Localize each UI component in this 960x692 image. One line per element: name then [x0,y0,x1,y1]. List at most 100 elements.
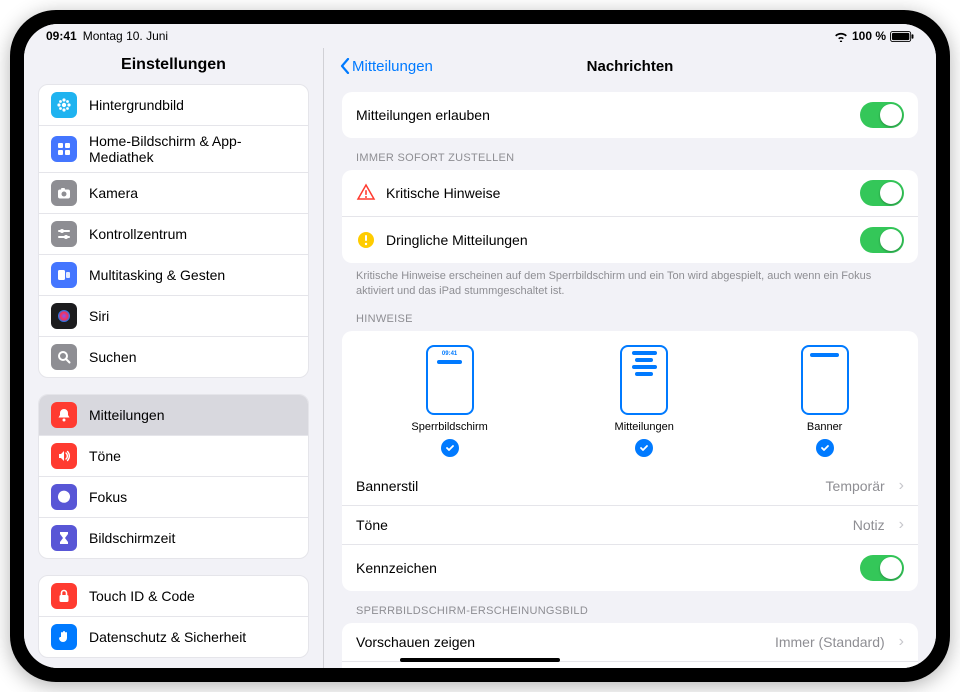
battery-icon [890,31,914,42]
sidebar-title: Einstellungen [24,48,323,84]
allow-toggle[interactable] [860,102,904,128]
lock-icon [51,583,77,609]
urgent-badge-icon [356,230,376,250]
grouping-row[interactable]: Mitteilungsgruppierung Automatisch › [342,662,918,668]
sidebar-item-control[interactable]: Kontrollzentrum [39,214,308,255]
sidebar-scroll[interactable]: Hintergrundbild Home-Bildschirm & App-Med… [24,84,323,668]
allow-notifications-row: Mitteilungen erlauben [342,92,918,138]
siri-icon [51,303,77,329]
alert-style-label: Sperrbildschirm [411,421,487,433]
alert-style-preview-icon: 09:41 [426,345,474,415]
alert-styles-row: 09:41 Sperrbildschirm Mitteilungen Banner [342,331,918,467]
sidebar-item-multitask[interactable]: Multitasking & Gesten [39,255,308,296]
detail-header: Mitteilungen Nachrichten [324,48,936,84]
alert-style-preview-icon [620,345,668,415]
grid-icon [51,136,77,162]
alert-style-preview-icon [801,345,849,415]
sidebar-item-touchid[interactable]: Touch ID & Code [39,576,308,617]
hourglass-icon [51,525,77,551]
immediate-group: Kritische Hinweise Dringliche Mitteilung… [342,170,918,263]
alert-style-banner[interactable]: Banner [801,345,849,457]
immediate-footer: Kritische Hinweise erscheinen auf dem Sp… [342,263,918,299]
settings-sidebar: Einstellungen Hintergrundbild Home-Bildsc… [24,48,324,668]
status-date: Montag 10. Juni [83,29,168,43]
sidebar-item-sounds[interactable]: Töne [39,436,308,477]
wifi-icon [834,31,848,42]
immediate-header: IMMER SOFORT ZUSTELLEN [342,138,918,170]
banner-style-value: Temporär [826,478,885,494]
home-indicator[interactable] [400,658,560,662]
alert-style-lock[interactable]: 09:41 Sperrbildschirm [411,345,487,457]
speaker-icon [51,443,77,469]
previews-value: Immer (Standard) [775,634,885,650]
sidebar-group: Mitteilungen Töne Fokus Bildschirmzeit [38,394,309,559]
rects-icon [51,262,77,288]
sidebar-item-label: Kamera [89,185,138,201]
sidebar-item-focus[interactable]: Fokus [39,477,308,518]
sidebar-item-screentime[interactable]: Bildschirmzeit [39,518,308,558]
detail-scroll[interactable]: Mitteilungen erlauben IMMER SOFORT ZUSTE… [324,84,936,668]
moon-icon [51,484,77,510]
sidebar-item-siri[interactable]: Siri [39,296,308,337]
battery-percent: 100 % [852,29,886,43]
previews-label: Vorschauen zeigen [356,634,765,650]
checkmark-icon [816,439,834,457]
sidebar-item-search[interactable]: Suchen [39,337,308,377]
critical-row: Kritische Hinweise [342,170,918,217]
critical-label: Kritische Hinweise [386,185,850,201]
alerts-group: 09:41 Sperrbildschirm Mitteilungen Banner B… [342,331,918,591]
sidebar-item-wallpaper[interactable]: Hintergrundbild [39,85,308,126]
hand-icon [51,624,77,650]
sidebar-group: Touch ID & Code Datenschutz & Sicherheit [38,575,309,658]
badges-label: Kennzeichen [356,560,850,576]
checkmark-icon [635,439,653,457]
alert-style-label: Mitteilungen [615,421,674,433]
detail-pane: Mitteilungen Nachrichten Mitteilungen er… [324,48,936,668]
sidebar-item-homescreen[interactable]: Home-Bildschirm & App-Mediathek [39,126,308,173]
sounds-label: Töne [356,517,843,533]
bell-icon [51,402,77,428]
sidebar-item-label: Suchen [89,349,136,365]
urgent-row: Dringliche Mitteilungen [342,217,918,263]
sidebar-item-label: Touch ID & Code [89,588,195,604]
banner-style-label: Bannerstil [356,478,816,494]
alert-style-center[interactable]: Mitteilungen [615,345,674,457]
chevron-right-icon: › [899,477,904,495]
chevron-right-icon: › [899,516,904,534]
alerts-header: HINWEISE [342,299,918,331]
screen: 09:41 Montag 10. Juni 100 % Einstellunge… [24,24,936,668]
allow-group: Mitteilungen erlauben [342,92,918,138]
sidebar-item-label: Bildschirmzeit [89,530,175,546]
sidebar-item-notifications[interactable]: Mitteilungen [39,395,308,436]
sidebar-item-label: Mitteilungen [89,407,165,423]
badges-row: Kennzeichen [342,545,918,591]
banner-style-row[interactable]: Bannerstil Temporär › [342,467,918,506]
badges-toggle[interactable] [860,555,904,581]
sidebar-group: Hintergrundbild Home-Bildschirm & App-Med… [38,84,309,378]
sidebar-item-label: Home-Bildschirm & App-Mediathek [89,133,296,165]
critical-toggle[interactable] [860,180,904,206]
previews-row[interactable]: Vorschauen zeigen Immer (Standard) › [342,623,918,662]
sounds-row[interactable]: Töne Notiz › [342,506,918,545]
detail-title: Nachrichten [587,58,674,75]
sidebar-item-label: Töne [89,448,121,464]
sidebar-item-label: Fokus [89,489,127,505]
alert-style-label: Banner [807,421,842,433]
sidebar-item-label: Kontrollzentrum [89,226,187,242]
lockscreen-header: SPERRBILDSCHIRM-ERSCHEINUNGSBILD [342,591,918,623]
sidebar-item-label: Datenschutz & Sicherheit [89,629,246,645]
urgent-toggle[interactable] [860,227,904,253]
status-bar: 09:41 Montag 10. Juni 100 % [24,24,936,48]
sounds-value: Notiz [853,517,885,533]
back-button[interactable]: Mitteilungen [340,58,433,75]
back-label: Mitteilungen [352,58,433,75]
sidebar-item-label: Siri [89,308,109,324]
sidebar-item-label: Hintergrundbild [89,97,184,113]
ipad-device-frame: 09:41 Montag 10. Juni 100 % Einstellunge… [10,10,950,682]
sliders-icon [51,221,77,247]
flower-icon [51,92,77,118]
allow-label: Mitteilungen erlauben [356,107,850,123]
sidebar-item-camera[interactable]: Kamera [39,173,308,214]
warning-triangle-icon [356,183,376,203]
sidebar-item-privacy[interactable]: Datenschutz & Sicherheit [39,617,308,657]
